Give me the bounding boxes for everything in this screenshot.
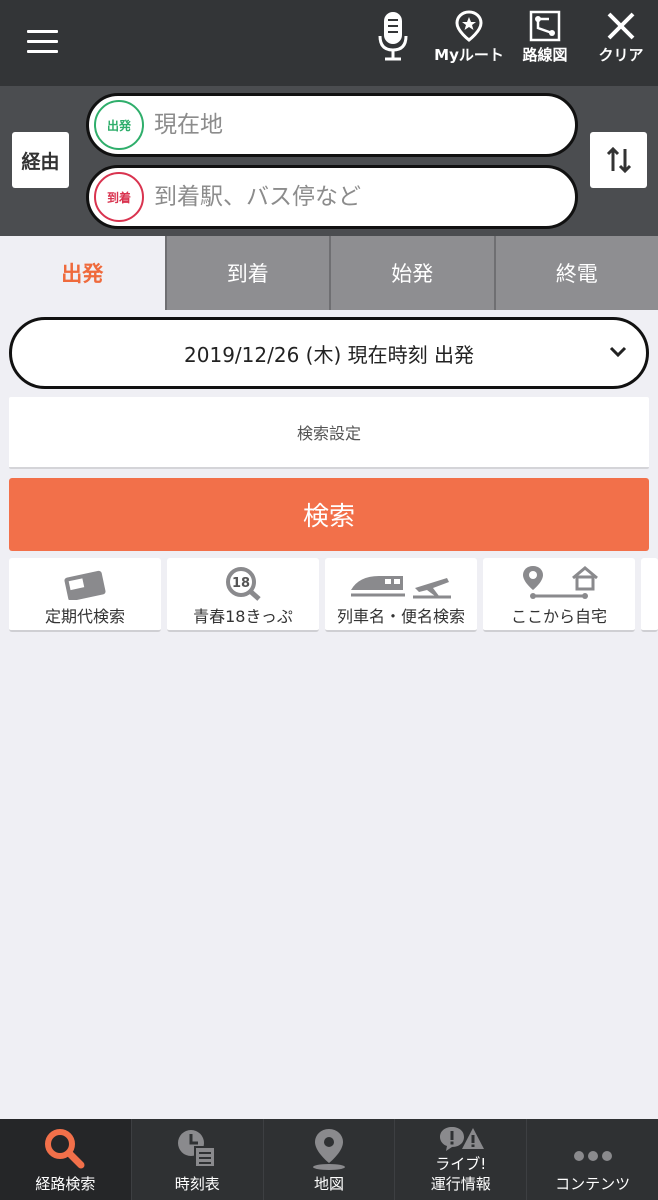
timetable-icon (178, 1130, 217, 1168)
departure-badge: 出発 (94, 100, 144, 150)
tile-label: ここから自宅 (510, 607, 607, 626)
commuter-pass-search-tile[interactable]: 定期代検索 (9, 558, 161, 632)
my-route-button[interactable]: Myルート (434, 10, 504, 74)
datetime-selector[interactable]: 2019/12/26 (木) 現在時刻 出発 (9, 317, 649, 389)
nav-label: 経路検索 (35, 1175, 96, 1193)
seishun18-icon: 18 (226, 567, 261, 601)
nav-label: 時刻表 (174, 1175, 220, 1193)
train-plane-icon (351, 576, 451, 599)
search-button[interactable]: 検索 (9, 478, 649, 551)
arrival-field[interactable]: 到着 (86, 165, 578, 229)
datetime-value: 2019/12/26 (木) 現在時刻 出発 (184, 342, 474, 367)
star-pin-icon (455, 10, 483, 42)
time-mode-tabs: 出発 到着 始発 終電 (0, 236, 658, 310)
search-area: 経由 出発 到着 (0, 86, 658, 236)
my-route-label: Myルート (434, 46, 504, 64)
nav-timetable[interactable]: 時刻表 (130, 1119, 263, 1200)
nav-contents[interactable]: コンテンツ (526, 1119, 658, 1200)
nav-label: 運行情報 (430, 1175, 491, 1193)
route-map-icon (529, 10, 561, 42)
chevron-down-icon (609, 346, 627, 358)
commuter-pass-icon (64, 570, 106, 600)
voice-input-button[interactable] (358, 10, 428, 74)
menu-icon[interactable] (27, 28, 59, 54)
alert-icon (439, 1127, 484, 1151)
clear-button[interactable]: クリア (586, 10, 656, 74)
more-shortcut-tile[interactable] (641, 558, 658, 632)
nav-route-search[interactable]: 経路検索 (0, 1119, 131, 1200)
seishun18-tile[interactable]: 18 青春18きっぷ (167, 558, 319, 632)
route-home-tile[interactable]: ここから自宅 (483, 558, 635, 632)
search-icon (45, 1129, 85, 1169)
route-home-icon (523, 566, 598, 599)
tab-last-train[interactable]: 終電 (493, 236, 658, 310)
arrival-input[interactable] (154, 184, 554, 210)
tab-departure[interactable]: 出発 (0, 236, 165, 310)
tile-label: 定期代検索 (44, 607, 125, 626)
bottom-navigation: 経路検索 時刻表 地図 ライブ! 運行情報 コンテンツ (0, 1119, 658, 1200)
nav-label: 地図 (313, 1175, 344, 1193)
tab-first-train[interactable]: 始発 (329, 236, 494, 310)
clear-label: クリア (598, 46, 644, 64)
svg-text:18: 18 (232, 576, 250, 591)
train-flight-name-search-tile[interactable]: 列車名・便名検索 (325, 558, 477, 632)
departure-input[interactable] (154, 112, 554, 138)
more-icon (573, 1151, 612, 1161)
arrival-badge: 到着 (94, 172, 144, 222)
top-bar: Myルート 路線図 クリア (0, 0, 658, 86)
close-icon (607, 12, 635, 40)
swap-button[interactable] (590, 132, 647, 188)
swap-arrows-icon (606, 146, 631, 174)
via-button[interactable]: 経由 (12, 132, 69, 188)
departure-field[interactable]: 出発 (86, 93, 578, 157)
microphone-icon (378, 12, 408, 61)
tile-label: 青春18きっぷ (193, 607, 293, 626)
nav-map[interactable]: 地図 (262, 1119, 395, 1200)
route-map-button[interactable]: 路線図 (510, 10, 580, 74)
nav-service-info[interactable]: ライブ! 運行情報 (394, 1119, 526, 1200)
map-pin-icon (312, 1129, 345, 1170)
search-settings-button[interactable]: 検索設定 (9, 397, 649, 469)
nav-label-top: ライブ! (435, 1155, 487, 1173)
nav-label: コンテンツ (555, 1175, 631, 1193)
tab-arrival[interactable]: 到着 (164, 236, 329, 310)
route-map-label: 路線図 (522, 46, 568, 64)
tile-label: 列車名・便名検索 (336, 607, 465, 626)
